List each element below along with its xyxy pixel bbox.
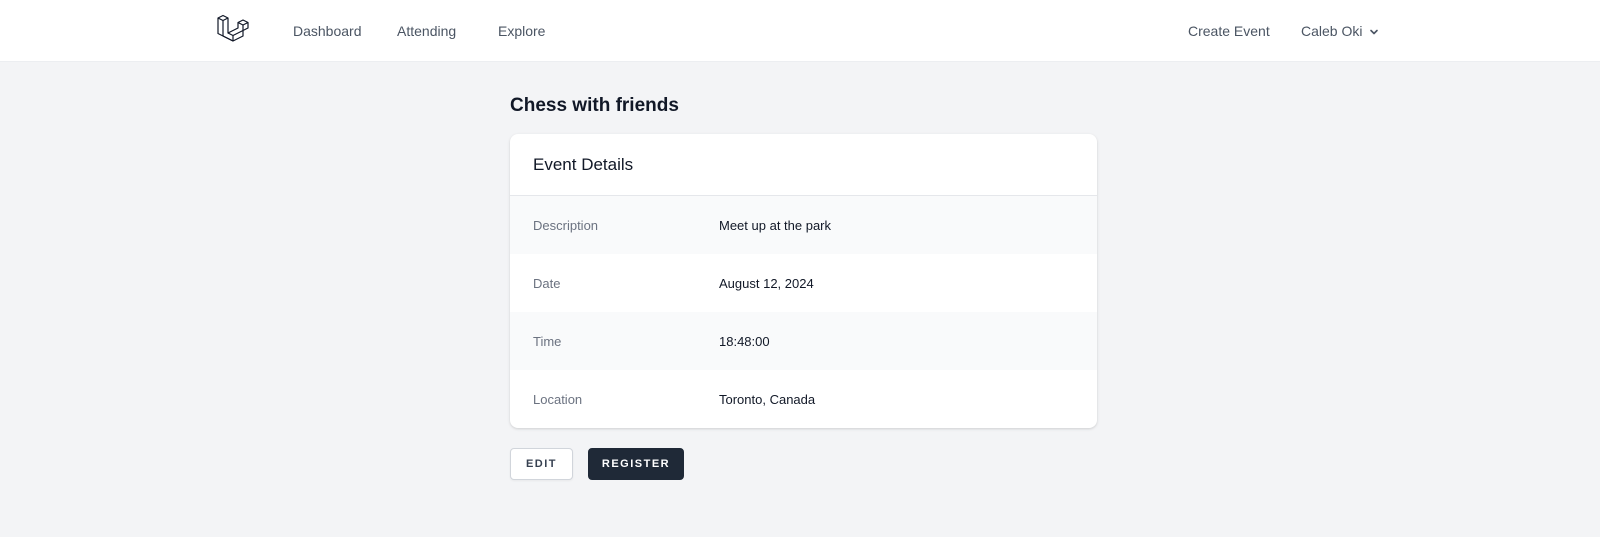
event-details-card: Event Details Description Meet up at the… bbox=[510, 134, 1097, 428]
laravel-logo-icon[interactable] bbox=[216, 14, 252, 48]
detail-value: Meet up at the park bbox=[719, 217, 832, 233]
detail-label: Time bbox=[533, 333, 562, 349]
detail-value: August 12, 2024 bbox=[719, 275, 814, 291]
top-navigation: Dashboard Attending Explore Create Event… bbox=[0, 0, 1600, 62]
detail-row-description: Description Meet up at the park bbox=[510, 196, 1097, 254]
register-button[interactable]: REGISTER bbox=[588, 448, 684, 480]
detail-row-date: Date August 12, 2024 bbox=[510, 254, 1097, 312]
chevron-down-icon bbox=[1368, 25, 1380, 37]
nav-link-explore[interactable]: Explore bbox=[498, 23, 545, 39]
nav-link-attending[interactable]: Attending bbox=[397, 23, 456, 39]
detail-label: Location bbox=[533, 391, 583, 407]
detail-row-location: Location Toronto, Canada bbox=[510, 370, 1097, 428]
detail-label: Description bbox=[533, 217, 599, 233]
nav-link-dashboard[interactable]: Dashboard bbox=[293, 23, 362, 39]
detail-value: 18:48:00 bbox=[719, 333, 770, 349]
edit-button[interactable]: EDIT bbox=[510, 448, 573, 480]
detail-label: Date bbox=[533, 275, 561, 291]
card-header: Event Details bbox=[510, 134, 1097, 196]
nav-link-create-event[interactable]: Create Event bbox=[1188, 23, 1270, 39]
page-title: Chess with friends bbox=[510, 95, 679, 116]
detail-value: Toronto, Canada bbox=[719, 391, 816, 407]
detail-row-time: Time 18:48:00 bbox=[510, 312, 1097, 370]
user-name: Caleb Oki bbox=[1301, 23, 1363, 39]
user-menu-dropdown[interactable]: Caleb Oki bbox=[1301, 23, 1380, 39]
